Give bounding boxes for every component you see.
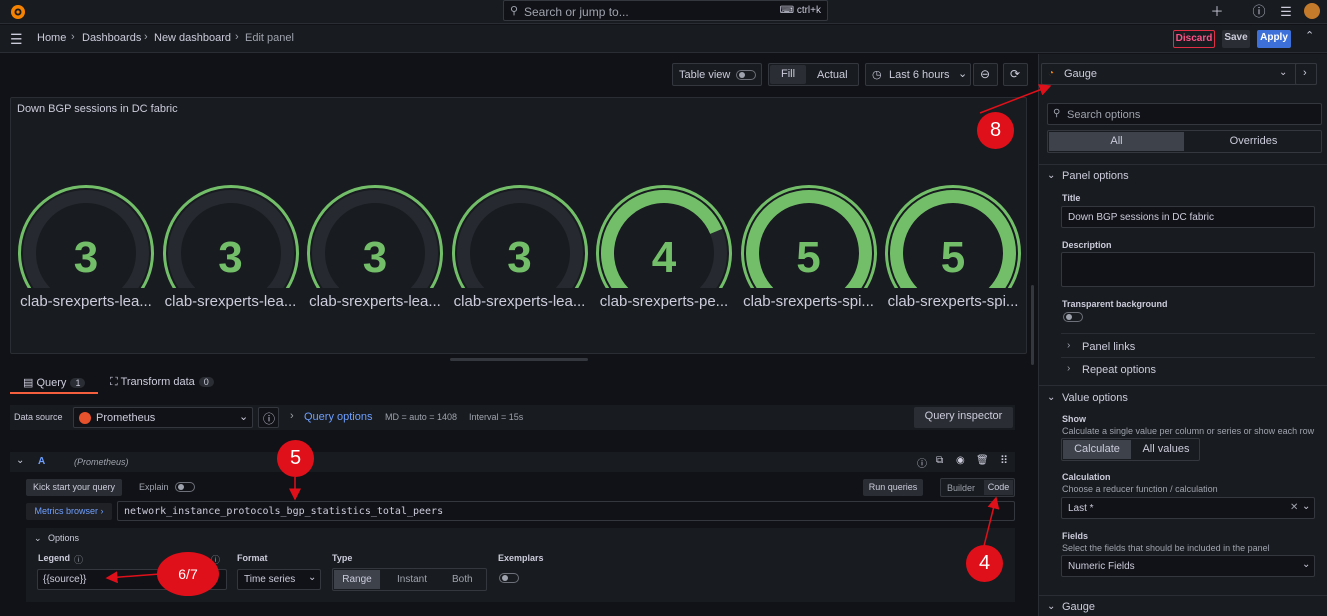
annotation-arrows <box>105 84 1052 584</box>
annotation-marker-8: 8 <box>977 112 1014 149</box>
annotation-marker-6-7: 6/7 <box>157 552 219 596</box>
annotation-marker-5: 5 <box>277 440 314 477</box>
arrow-6-7 <box>105 571 161 584</box>
arrow-4 <box>983 496 1000 547</box>
annotation-marker-4: 4 <box>966 545 1003 582</box>
arrow-8 <box>979 84 1052 114</box>
